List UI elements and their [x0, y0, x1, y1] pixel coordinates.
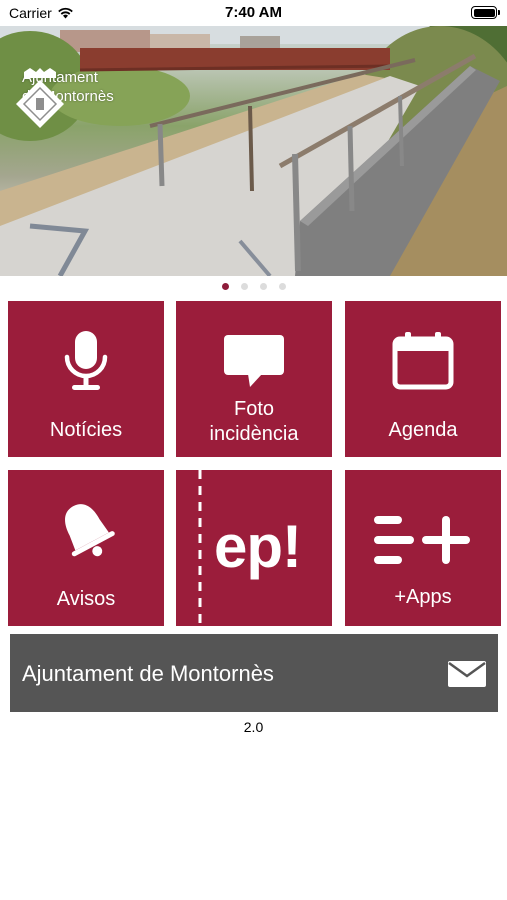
page-dot-3[interactable] [259, 283, 267, 290]
hero-banner[interactable]: Ajuntament de Montornès [0, 26, 507, 276]
speech-bubble-icon [224, 335, 284, 387]
page-dot-2[interactable] [240, 283, 248, 290]
coat-of-arms-icon [16, 68, 64, 128]
ep-logo: ep! [214, 513, 302, 580]
municipality-logo: Ajuntament de Montornès [14, 68, 114, 128]
news-tile[interactable]: Notícies [8, 301, 164, 457]
contact-label: Ajuntament de Montornès [22, 661, 274, 686]
more-apps-tile[interactable]: +Apps [345, 470, 501, 626]
alerts-tile[interactable]: Avisos [8, 470, 164, 626]
page-dot-4[interactable] [278, 283, 286, 290]
photo-incident-tile[interactable]: Foto incidència [176, 301, 332, 457]
photo-incident-label: Foto incidència [176, 397, 332, 447]
photo-incident-label-line1: Foto [233, 398, 275, 420]
more-apps-label: +Apps [394, 586, 452, 608]
microphone-icon [64, 331, 108, 390]
menu-plus-icon [374, 516, 470, 564]
dashed-divider [198, 470, 202, 626]
status-bar: Carrier 7:40 AM [0, 0, 507, 26]
mail-icon [448, 661, 486, 687]
photo-incident-label-line2: incidència [209, 423, 299, 445]
bell-icon [65, 504, 115, 557]
news-label: Notícies [49, 419, 123, 441]
agenda-tile[interactable]: Agenda [345, 301, 501, 457]
calendar-icon [392, 332, 454, 390]
alerts-label: Avisos [56, 588, 116, 610]
agenda-label: Agenda [388, 419, 458, 441]
status-time: 7:40 AM [225, 4, 282, 21]
page-dot-1[interactable] [221, 283, 229, 290]
ep-tile[interactable]: ep! [176, 470, 332, 626]
hero-photo [0, 26, 507, 276]
contact-bar[interactable]: Ajuntament de Montornès [10, 634, 498, 712]
page-indicator[interactable] [0, 283, 507, 290]
battery-icon [471, 6, 500, 19]
app-version: 2.0 [243, 719, 264, 735]
